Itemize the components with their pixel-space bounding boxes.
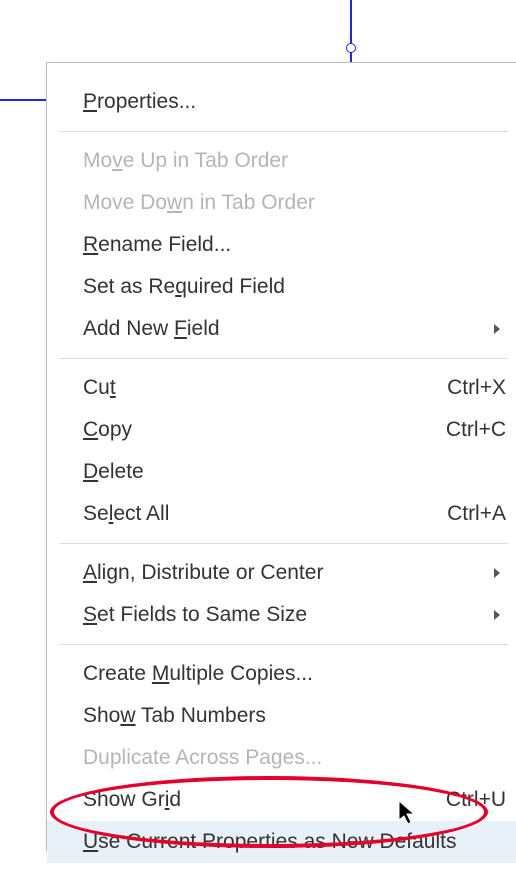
menu-item-label: Show Grid xyxy=(83,788,428,812)
menu-item-label: Select All xyxy=(83,502,429,526)
menu-item-label: Use Current Properties as New Defaults xyxy=(83,830,506,854)
menu-item-same-size[interactable]: Set Fields to Same Size xyxy=(47,594,516,636)
menu-item-add-new-field[interactable]: Add New Field xyxy=(47,308,516,350)
submenu-arrow-icon xyxy=(494,568,500,578)
menu-shortcut: Ctrl+C xyxy=(446,418,506,442)
menu-item-delete[interactable]: Delete xyxy=(47,451,516,493)
menu-item-show-tab-numbers[interactable]: Show Tab Numbers xyxy=(47,695,516,737)
menu-item-label: Align, Distribute or Center xyxy=(83,561,494,585)
menu-item-label: Rename Field... xyxy=(83,233,506,257)
menu-item-duplicate-pages: Duplicate Across Pages... xyxy=(47,737,516,779)
menu-item-multiple-copies[interactable]: Create Multiple Copies... xyxy=(47,653,516,695)
menu-item-label: Set as Required Field xyxy=(83,275,506,299)
editor-guide-line-horizontal xyxy=(0,99,46,101)
menu-item-move-down: Move Down in Tab Order xyxy=(47,182,516,224)
menu-item-set-required[interactable]: Set as Required Field xyxy=(47,266,516,308)
menu-item-use-current-defaults[interactable]: Use Current Properties as New Defaults xyxy=(47,821,516,863)
menu-item-label: Add New Field xyxy=(83,317,494,341)
menu-shortcut: Ctrl+A xyxy=(447,502,506,526)
menu-item-label: Set Fields to Same Size xyxy=(83,603,494,627)
menu-separator xyxy=(59,358,508,359)
menu-item-select-all[interactable]: Select All Ctrl+A xyxy=(47,493,516,535)
menu-separator xyxy=(59,543,508,544)
menu-item-label: Delete xyxy=(83,460,506,484)
menu-item-show-grid[interactable]: Show Grid Ctrl+U xyxy=(47,779,516,821)
menu-item-properties[interactable]: Properties... xyxy=(47,81,516,123)
menu-separator xyxy=(59,131,508,132)
menu-item-label: Create Multiple Copies... xyxy=(83,662,506,686)
menu-item-copy[interactable]: Copy Ctrl+C xyxy=(47,409,516,451)
menu-item-label: Copy xyxy=(83,418,428,442)
menu-item-label: Cut xyxy=(83,376,429,400)
menu-item-rename-field[interactable]: Rename Field... xyxy=(47,224,516,266)
menu-shortcut: Ctrl+U xyxy=(446,788,506,812)
submenu-arrow-icon xyxy=(494,610,500,620)
menu-item-label: Show Tab Numbers xyxy=(83,704,506,728)
menu-shortcut: Ctrl+X xyxy=(447,376,506,400)
menu-item-move-up: Move Up in Tab Order xyxy=(47,140,516,182)
submenu-arrow-icon xyxy=(494,324,500,334)
menu-item-label: Properties... xyxy=(83,90,506,114)
menu-item-label: Move Down in Tab Order xyxy=(83,191,506,215)
editor-guide-node xyxy=(346,43,356,53)
menu-item-align[interactable]: Align, Distribute or Center xyxy=(47,552,516,594)
menu-separator xyxy=(59,644,508,645)
context-menu: Properties... Move Up in Tab Order Move … xyxy=(46,62,516,851)
menu-item-label: Duplicate Across Pages... xyxy=(83,746,506,770)
menu-item-cut[interactable]: Cut Ctrl+X xyxy=(47,367,516,409)
menu-item-label: Move Up in Tab Order xyxy=(83,149,506,173)
